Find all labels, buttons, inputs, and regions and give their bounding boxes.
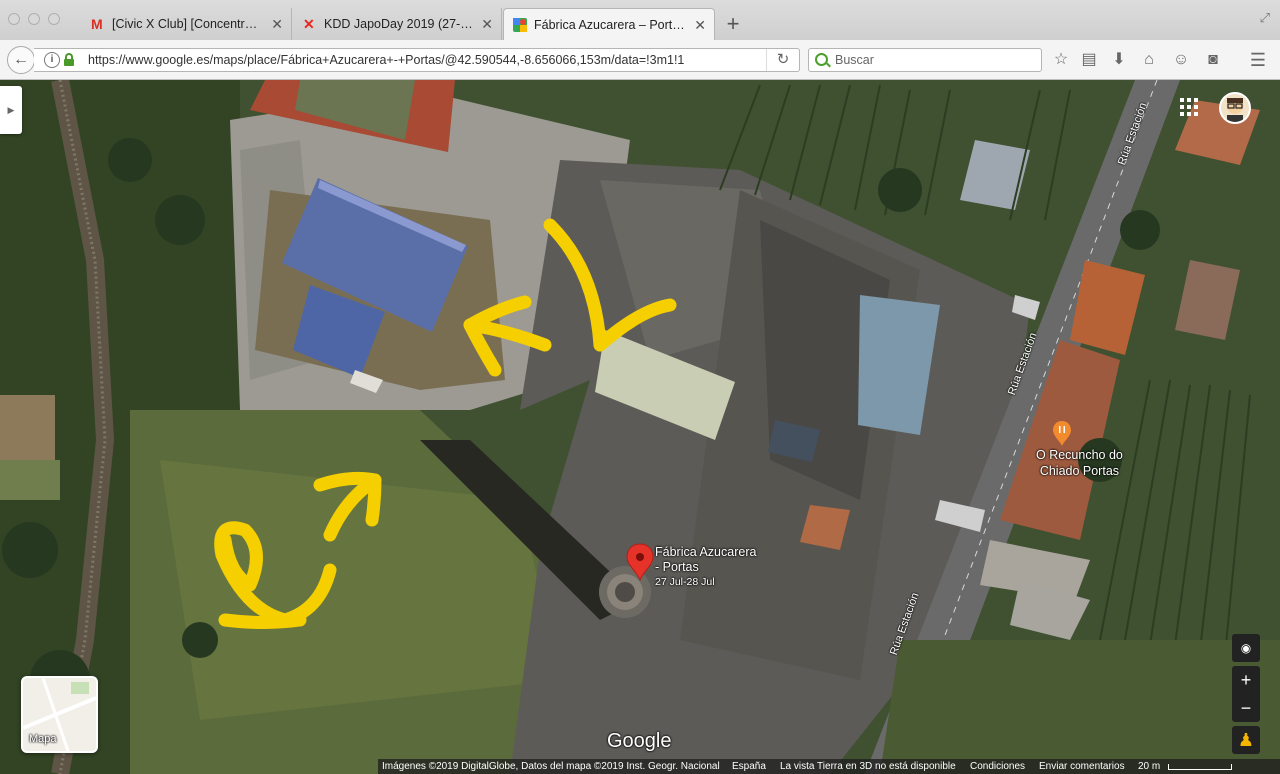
- close-tab-icon[interactable]: ✕: [271, 8, 283, 40]
- menu-icon[interactable]: ☰: [1248, 50, 1268, 70]
- attribution-bar: Imágenes ©2019 DigitalGlobe, Datos del m…: [378, 759, 1280, 774]
- minimize-window-button[interactable]: [28, 13, 40, 25]
- google-apps-icon[interactable]: [1180, 98, 1200, 118]
- bookmark-star-icon[interactable]: ☆: [1051, 50, 1071, 70]
- search-placeholder: Buscar: [835, 53, 874, 67]
- place-label[interactable]: Fábrica Azucarera - Portas: [655, 545, 756, 575]
- tab-title: Fábrica Azucarera – Porta…: [534, 18, 686, 32]
- zoom-in-button[interactable]: +: [1232, 666, 1260, 694]
- place-name: Fábrica Azucarera: [655, 545, 757, 559]
- scale-label[interactable]: 20 m: [1138, 759, 1160, 774]
- close-window-button[interactable]: [8, 13, 20, 25]
- tab-google-maps[interactable]: Fábrica Azucarera – Porta… ✕: [503, 8, 715, 40]
- hello-icon[interactable]: ☺: [1171, 50, 1191, 70]
- minimap-label: Mapa: [29, 733, 57, 745]
- reload-icon[interactable]: ↻: [766, 49, 799, 71]
- search-icon: [815, 53, 828, 66]
- country-link[interactable]: España: [732, 759, 766, 774]
- url-text[interactable]: https://www.google.es/maps/place/Fábrica…: [88, 53, 764, 67]
- navigation-toolbar: ← i https://www.google.es/maps/place/Fáb…: [0, 40, 1280, 80]
- account-avatar[interactable]: [1219, 92, 1251, 124]
- restaurant-name-line2: Chiado Portas: [1039, 464, 1120, 478]
- zoom-out-button[interactable]: −: [1232, 694, 1260, 722]
- tab-bar: M [Civic X Club] [Concentraci… ✕ ✕ KDD J…: [0, 0, 1280, 41]
- my-location-button[interactable]: ◉: [1232, 634, 1260, 662]
- pocket-icon[interactable]: ◙: [1203, 50, 1223, 70]
- new-tab-button[interactable]: +: [722, 10, 744, 38]
- no-3d-notice: La vista Tierra en 3D no está disponible: [780, 761, 956, 772]
- address-bar[interactable]: i https://www.google.es/maps/place/Fábri…: [34, 48, 800, 72]
- gmail-icon: M: [91, 16, 103, 32]
- place-dates: 27 Jul-28 Jul: [655, 576, 715, 588]
- reading-list-icon[interactable]: ▤: [1079, 50, 1099, 70]
- zoom-window-button[interactable]: [48, 13, 60, 25]
- restaurant-label[interactable]: O Recuncho do Chiado Portas: [1036, 447, 1123, 479]
- tab-title: KDD JapoDay 2019 (27-2…: [324, 17, 473, 31]
- tab-title: [Civic X Club] [Concentraci…: [112, 17, 263, 31]
- search-input[interactable]: Buscar: [808, 48, 1042, 72]
- lock-icon: [64, 53, 74, 66]
- tab-kdd[interactable]: ✕ KDD JapoDay 2019 (27-2… ✕: [294, 8, 502, 40]
- tab-gmail[interactable]: M [Civic X Club] [Concentraci… ✕: [82, 8, 292, 40]
- close-tab-icon[interactable]: ✕: [481, 8, 493, 40]
- map-view-toggle[interactable]: Mapa: [21, 676, 98, 753]
- google-maps-icon: [513, 18, 528, 32]
- close-tab-icon[interactable]: ✕: [694, 9, 706, 40]
- terms-link[interactable]: Condiciones: [970, 759, 1025, 774]
- satellite-map[interactable]: ▶ Fábrica Azucarera - Portas 27 Jul-28 J…: [0, 80, 1280, 774]
- info-icon[interactable]: i: [44, 52, 60, 68]
- x-icon: ✕: [303, 16, 315, 32]
- downloads-icon[interactable]: ⬇: [1109, 50, 1129, 70]
- fullscreen-icon[interactable]: ⤢: [1260, 10, 1270, 26]
- home-icon[interactable]: ⌂: [1139, 50, 1159, 70]
- place-name-line2: - Portas: [655, 560, 699, 574]
- restaurant-name: O Recuncho do: [1036, 448, 1123, 462]
- back-button[interactable]: ←: [7, 46, 35, 74]
- pegman-icon[interactable]: ♟: [1232, 726, 1260, 754]
- imagery-credit: Imágenes ©2019 DigitalGlobe, Datos del m…: [382, 761, 720, 772]
- google-logo: Google: [607, 730, 672, 752]
- scale-bar: [1168, 764, 1232, 770]
- satellite-imagery: [0, 80, 1280, 774]
- feedback-link[interactable]: Enviar comentarios: [1039, 759, 1125, 774]
- expand-side-panel-button[interactable]: ▶: [0, 86, 22, 134]
